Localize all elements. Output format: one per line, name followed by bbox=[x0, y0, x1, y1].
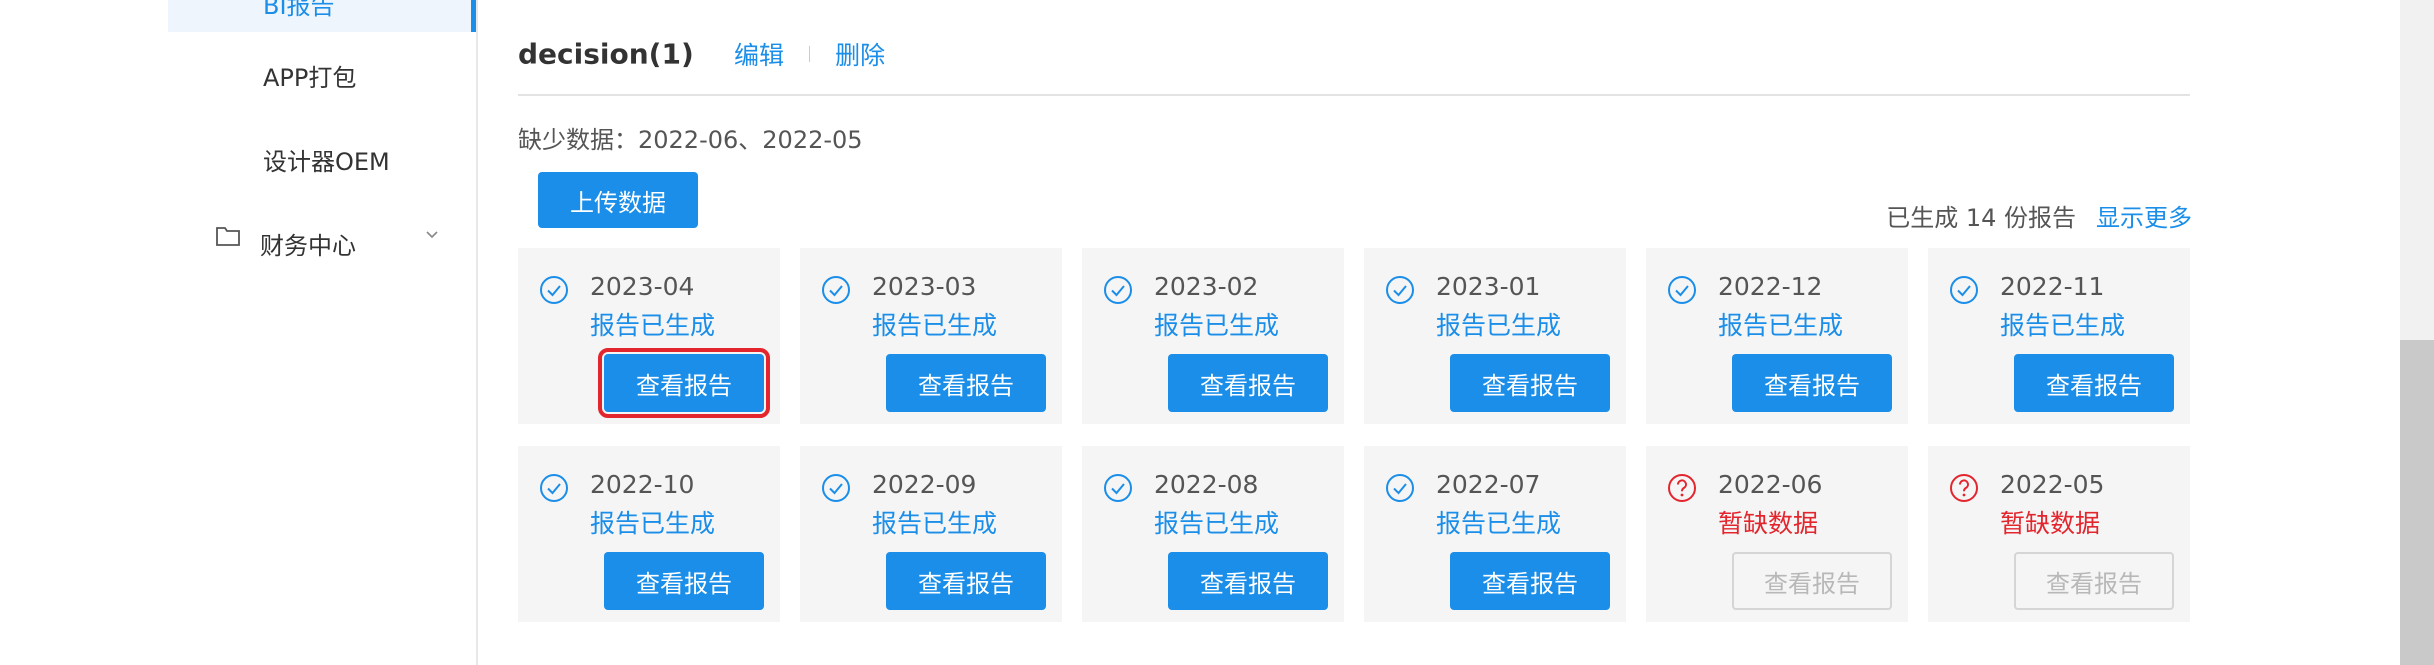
view-report-button[interactable]: 查看报告 bbox=[1168, 552, 1328, 610]
report-month: 2022-09 bbox=[872, 470, 977, 499]
report-grid: 2023-04 报告已生成 查看报告 2023-03 报告已生成 查看报告 2023-0… bbox=[518, 248, 2192, 622]
check-circle-icon bbox=[1104, 276, 1132, 304]
report-status: 报告已生成 bbox=[1436, 311, 1562, 340]
report-month: 2022-10 bbox=[590, 470, 695, 499]
show-more-link[interactable]: 显示更多 bbox=[2096, 204, 2192, 232]
page-title: decision(1) bbox=[518, 37, 694, 71]
report-status: 报告已生成 bbox=[1718, 311, 1844, 340]
report-summary: 已生成 14 份报告 显示更多 bbox=[1886, 198, 2192, 233]
report-month: 2023-02 bbox=[1154, 272, 1259, 301]
report-month: 2023-01 bbox=[1436, 272, 1541, 301]
report-status: 报告已生成 bbox=[872, 509, 998, 538]
check-circle-icon bbox=[1950, 276, 1978, 304]
view-report-button[interactable]: 查看报告 bbox=[1450, 552, 1610, 610]
report-status: 报告已生成 bbox=[872, 311, 998, 340]
missing-data-text: 缺少数据：2022-06、2022-05 bbox=[518, 126, 863, 154]
check-circle-icon bbox=[1104, 474, 1132, 502]
report-month: 2022-11 bbox=[2000, 272, 2105, 301]
report-card: 2022-07 报告已生成查看报告 bbox=[1364, 446, 1626, 622]
view-report-button[interactable]: 查看报告 bbox=[604, 552, 764, 610]
view-report-button[interactable]: 查看报告 bbox=[886, 552, 1046, 610]
generated-count-text: 已生成 14 份报告 bbox=[1886, 204, 2076, 232]
report-month: 2023-03 bbox=[872, 272, 977, 301]
chevron-down-icon[interactable] bbox=[424, 229, 440, 241]
check-circle-icon bbox=[1386, 276, 1414, 304]
check-circle-icon bbox=[1386, 474, 1414, 502]
delete-link[interactable]: 删除 bbox=[835, 41, 885, 70]
report-card: 2022-12 报告已生成查看报告 bbox=[1646, 248, 1908, 424]
report-card: 2022-10 报告已生成查看报告 bbox=[518, 446, 780, 622]
view-report-button[interactable]: 查看报告 bbox=[598, 348, 770, 418]
report-card: 2022-11 报告已生成查看报告 bbox=[1928, 248, 2190, 424]
page-header: decision(1) 编辑 删除 bbox=[518, 36, 885, 76]
view-report-button[interactable]: 查看报告 bbox=[1732, 354, 1892, 412]
folder-icon bbox=[216, 227, 240, 246]
report-month: 2022-07 bbox=[1436, 470, 1541, 499]
question-circle-icon bbox=[1668, 474, 1696, 502]
report-month: 2022-08 bbox=[1154, 470, 1259, 499]
edit-link[interactable]: 编辑 bbox=[734, 41, 784, 70]
report-card: 2023-01 报告已生成查看报告 bbox=[1364, 248, 1626, 424]
sidebar-item-label: BI报告 bbox=[263, 0, 335, 20]
report-status: 报告已生成 bbox=[590, 311, 716, 340]
sidebar-item-designer-oem[interactable]: 设计器OEM bbox=[263, 142, 390, 177]
view-report-button[interactable]: 查看报告 bbox=[2014, 354, 2174, 412]
view-report-button[interactable]: 查看报告 bbox=[2014, 552, 2174, 610]
sidebar-item-active[interactable]: BI报告 bbox=[168, 0, 476, 32]
report-month: 2023-04 bbox=[590, 272, 695, 301]
scrollbar-thumb[interactable] bbox=[2400, 340, 2434, 665]
header-divider bbox=[518, 94, 2190, 96]
report-card: 2022-08 报告已生成查看报告 bbox=[1082, 446, 1344, 622]
report-status: 报告已生成 bbox=[1436, 509, 1562, 538]
report-card: 2023-02 报告已生成查看报告 bbox=[1082, 248, 1344, 424]
report-status: 报告已生成 bbox=[2000, 311, 2126, 340]
report-status: 报告已生成 bbox=[1154, 509, 1280, 538]
report-month: 2022-12 bbox=[1718, 272, 1823, 301]
check-circle-icon bbox=[540, 276, 568, 304]
sidebar-item-app-packaging[interactable]: APP打包 bbox=[263, 58, 356, 93]
report-status: 暂缺数据 bbox=[1718, 509, 1819, 538]
sidebar: BI报告 APP打包 设计器OEM 财务中心 bbox=[168, 0, 478, 665]
view-report-button[interactable]: 查看报告 bbox=[886, 354, 1046, 412]
report-card: 2022-09 报告已生成查看报告 bbox=[800, 446, 1062, 622]
view-report-button[interactable]: 查看报告 bbox=[1732, 552, 1892, 610]
sidebar-item-finance-center[interactable]: 财务中心 bbox=[260, 226, 356, 261]
report-card: 2023-04 报告已生成查看报告 bbox=[518, 248, 780, 424]
view-report-button[interactable]: 查看报告 bbox=[1168, 354, 1328, 412]
divider bbox=[809, 46, 811, 62]
report-month: 2022-05 bbox=[2000, 470, 2105, 499]
question-circle-icon bbox=[1950, 474, 1978, 502]
report-month: 2022-06 bbox=[1718, 470, 1823, 499]
report-card: 2023-03 报告已生成查看报告 bbox=[800, 248, 1062, 424]
check-circle-icon bbox=[822, 276, 850, 304]
upload-data-button[interactable]: 上传数据 bbox=[538, 172, 698, 228]
check-circle-icon bbox=[1668, 276, 1696, 304]
check-circle-icon bbox=[540, 474, 568, 502]
report-status: 报告已生成 bbox=[1154, 311, 1280, 340]
report-card: 2022-06 暂缺数据查看报告 bbox=[1646, 446, 1908, 622]
report-status: 暂缺数据 bbox=[2000, 509, 2101, 538]
view-report-button[interactable]: 查看报告 bbox=[1450, 354, 1610, 412]
check-circle-icon bbox=[822, 474, 850, 502]
report-card: 2022-05 暂缺数据查看报告 bbox=[1928, 446, 2190, 622]
report-status: 报告已生成 bbox=[590, 509, 716, 538]
